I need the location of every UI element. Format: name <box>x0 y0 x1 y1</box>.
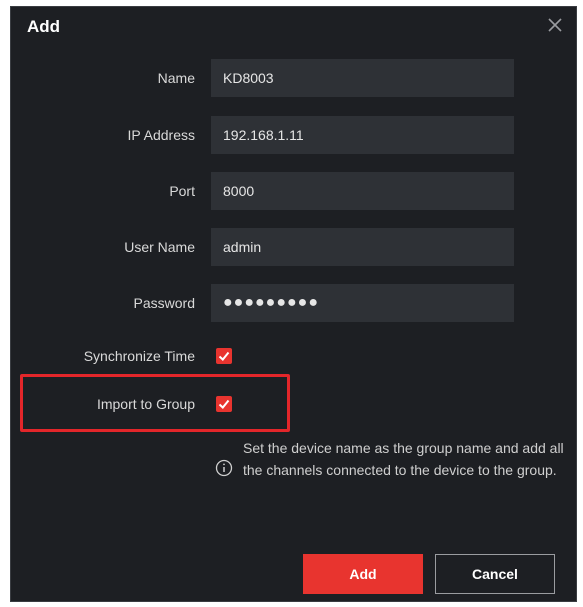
user-name-label: User Name <box>124 239 195 255</box>
import-to-group-row: Import to Group <box>11 385 578 423</box>
info-icon <box>215 459 233 477</box>
dialog-title: Add <box>27 17 61 36</box>
name-row: Name <box>11 59 578 97</box>
synchronize-time-checkbox[interactable] <box>216 348 232 364</box>
name-field[interactable] <box>211 59 514 97</box>
screenshot-frame: Add Name IP Address Port User Name Passw… <box>0 0 583 607</box>
name-label: Name <box>157 70 195 86</box>
synchronize-time-row: Synchronize Time <box>11 337 578 375</box>
port-field[interactable] <box>211 172 514 210</box>
import-to-group-checkbox[interactable] <box>216 396 232 412</box>
port-row: Port <box>11 172 578 210</box>
ip-address-field[interactable] <box>211 116 514 154</box>
ip-address-row: IP Address <box>11 116 578 154</box>
ip-address-label: IP Address <box>127 127 195 143</box>
add-device-dialog: Add Name IP Address Port User Name Passw… <box>10 6 577 602</box>
password-label: Password <box>133 295 195 311</box>
import-group-hint: Set the device name as the group name an… <box>243 440 564 478</box>
port-label: Port <box>169 183 195 199</box>
cancel-button[interactable]: Cancel <box>435 554 555 594</box>
synchronize-time-label: Synchronize Time <box>83 348 195 364</box>
password-row: Password <box>11 284 578 322</box>
import-to-group-label: Import to Group <box>96 396 195 412</box>
user-name-row: User Name <box>11 228 578 266</box>
user-name-field[interactable] <box>211 228 514 266</box>
close-icon[interactable] <box>546 16 564 34</box>
add-button[interactable]: Add <box>303 554 423 594</box>
password-field[interactable] <box>211 284 514 322</box>
